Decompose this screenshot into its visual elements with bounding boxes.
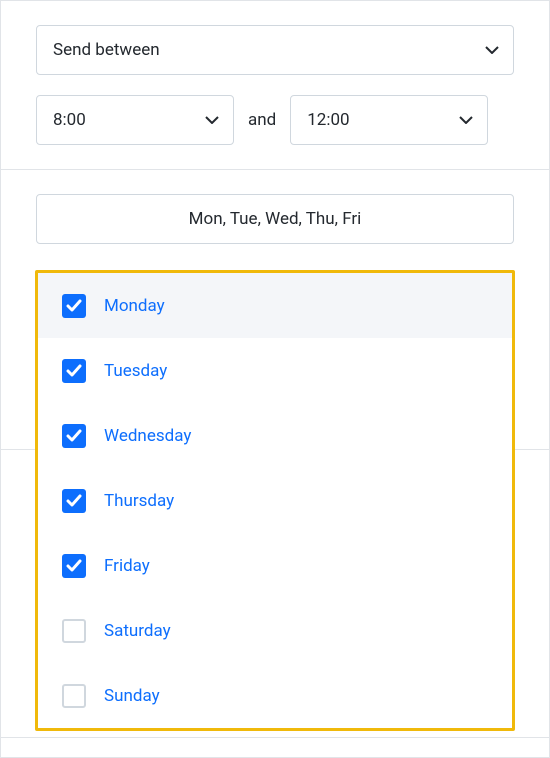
chevron-down-icon bbox=[485, 46, 499, 54]
and-label: and bbox=[248, 110, 276, 130]
mode-select-value: Send between bbox=[53, 40, 160, 60]
days-select[interactable]: Mon, Tue, Wed, Thu, Fri bbox=[36, 194, 514, 244]
day-item-friday[interactable]: Friday bbox=[38, 533, 512, 598]
checkbox-checked-icon[interactable] bbox=[62, 359, 86, 383]
day-label: Sunday bbox=[104, 686, 160, 706]
checkbox-checked-icon[interactable] bbox=[62, 424, 86, 448]
schedule-section: Send between 8:00 and 12:00 bbox=[1, 1, 549, 170]
day-item-wednesday[interactable]: Wednesday bbox=[38, 403, 512, 468]
day-label: Tuesday bbox=[104, 361, 167, 381]
day-label: Wednesday bbox=[104, 426, 191, 446]
end-time-value: 12:00 bbox=[307, 110, 349, 130]
checkbox-unchecked-icon[interactable] bbox=[62, 684, 86, 708]
checkbox-checked-icon[interactable] bbox=[62, 489, 86, 513]
checkbox-unchecked-icon[interactable] bbox=[62, 619, 86, 643]
day-label: Thursday bbox=[104, 491, 174, 511]
chevron-down-icon bbox=[459, 116, 473, 124]
mode-select[interactable]: Send between bbox=[36, 25, 514, 75]
day-label: Friday bbox=[104, 556, 150, 576]
day-item-monday[interactable]: Monday bbox=[38, 273, 512, 338]
chevron-down-icon bbox=[205, 116, 219, 124]
footer-divider bbox=[0, 737, 550, 738]
day-item-thursday[interactable]: Thursday bbox=[38, 468, 512, 533]
start-time-select[interactable]: 8:00 bbox=[36, 95, 234, 145]
time-row: 8:00 and 12:00 bbox=[36, 95, 514, 145]
checkbox-checked-icon[interactable] bbox=[62, 554, 86, 578]
day-item-sunday[interactable]: Sunday bbox=[38, 663, 512, 728]
checkbox-checked-icon[interactable] bbox=[62, 294, 86, 318]
day-item-tuesday[interactable]: Tuesday bbox=[38, 338, 512, 403]
start-time-value: 8:00 bbox=[53, 110, 86, 130]
day-label: Saturday bbox=[104, 621, 171, 641]
end-time-select[interactable]: 12:00 bbox=[290, 95, 488, 145]
days-summary-text: Mon, Tue, Wed, Thu, Fri bbox=[189, 209, 362, 229]
days-dropdown-panel: Monday Tuesday Wednesday Thursday Friday Satu… bbox=[35, 270, 515, 731]
day-label: Monday bbox=[104, 296, 165, 316]
day-item-saturday[interactable]: Saturday bbox=[38, 598, 512, 663]
